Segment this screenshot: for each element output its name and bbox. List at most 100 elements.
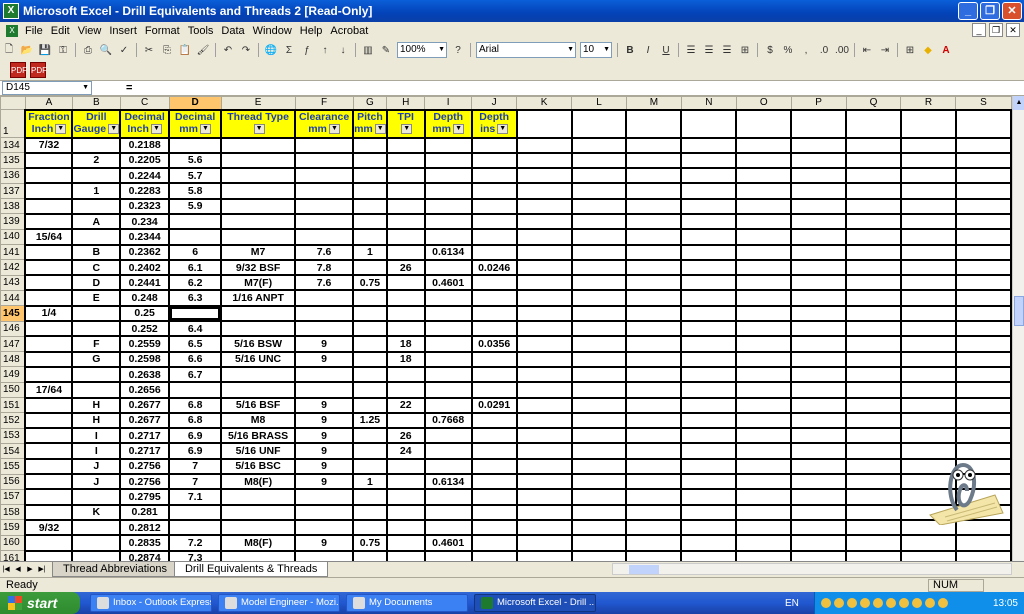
empty-cell[interactable] [625, 365, 683, 384]
empty-cell[interactable] [625, 350, 683, 368]
empty-cell[interactable] [515, 365, 573, 384]
cell[interactable] [220, 182, 297, 200]
empty-cell[interactable] [680, 350, 738, 368]
empty-cell[interactable] [790, 182, 848, 200]
empty-cell[interactable] [570, 534, 628, 552]
cell[interactable]: 0.234 [119, 212, 171, 231]
cell[interactable] [470, 304, 518, 323]
cell[interactable]: 9 [294, 350, 355, 368]
empty-cell[interactable] [790, 289, 848, 307]
empty-cell[interactable] [515, 473, 573, 491]
empty-cell[interactable] [790, 304, 848, 323]
cell[interactable]: 5.8 [168, 182, 223, 200]
empty-cell[interactable] [954, 396, 1012, 414]
autofilter-dropdown-icon[interactable]: ▼ [374, 123, 385, 134]
cell[interactable] [71, 365, 122, 384]
cell[interactable]: 7.2 [168, 534, 223, 552]
column-title-cell[interactable]: Depth ins ▼ [470, 108, 518, 139]
empty-cell[interactable] [845, 197, 902, 216]
pdf-convert-icon[interactable]: PDF [10, 62, 27, 78]
cell[interactable] [470, 289, 518, 307]
empty-cell[interactable] [899, 365, 957, 384]
autofilter-dropdown-icon[interactable]: ▼ [199, 123, 211, 134]
office-assistant-clippy[interactable] [925, 455, 1005, 525]
cell[interactable]: 7.1 [168, 488, 223, 506]
empty-cell[interactable] [625, 534, 683, 552]
next-sheet-icon[interactable]: ▶ [24, 564, 36, 576]
row-header[interactable]: 145 [0, 305, 26, 322]
empty-cell[interactable] [570, 503, 628, 521]
cell[interactable] [24, 243, 74, 261]
empty-cell[interactable] [625, 427, 683, 445]
empty-cell[interactable] [790, 396, 848, 414]
cell[interactable] [294, 365, 355, 384]
empty-cell[interactable] [515, 228, 573, 246]
cell[interactable]: 2 [71, 151, 122, 170]
sort-descending-icon[interactable]: ↓ [335, 42, 351, 58]
cell[interactable] [294, 488, 355, 506]
column-title-cell[interactable]: Decimal Inch ▼ [119, 108, 171, 139]
cell[interactable] [385, 411, 426, 430]
empty-cell[interactable] [845, 182, 902, 200]
row-header[interactable]: 150 [0, 381, 26, 399]
cell[interactable]: 6.3 [168, 289, 223, 307]
cell[interactable] [470, 488, 518, 506]
cell[interactable] [470, 518, 518, 537]
cell[interactable] [71, 304, 122, 323]
empty-cell[interactable] [735, 304, 793, 323]
cell[interactable]: 6.7 [168, 365, 223, 384]
cell[interactable] [423, 182, 473, 200]
empty-cell[interactable] [680, 488, 738, 506]
empty-cell[interactable] [625, 442, 683, 460]
cell[interactable]: 0.7668 [423, 411, 473, 430]
cell[interactable] [385, 274, 426, 292]
cell[interactable]: 6.2 [168, 274, 223, 292]
task-mozilla[interactable]: Model Engineer - Mozi... [218, 594, 340, 612]
cell[interactable] [470, 274, 518, 292]
empty-cell[interactable] [515, 488, 573, 506]
cell[interactable]: 18 [385, 335, 426, 353]
empty-cell[interactable] [954, 534, 1012, 552]
empty-cell[interactable] [790, 320, 848, 338]
row-header[interactable]: 140 [0, 228, 26, 246]
cell[interactable]: 6.5 [168, 335, 223, 353]
cell[interactable]: A [71, 212, 122, 231]
cell[interactable] [24, 258, 74, 277]
empty-cell[interactable] [625, 136, 683, 154]
cell[interactable] [24, 549, 74, 561]
task-outlook[interactable]: Inbox - Outlook Express [90, 594, 212, 612]
empty-cell[interactable] [735, 108, 793, 139]
cell[interactable] [385, 136, 426, 154]
cell[interactable] [423, 503, 473, 521]
cell[interactable] [423, 304, 473, 323]
empty-cell[interactable] [570, 228, 628, 246]
empty-cell[interactable] [515, 182, 573, 200]
cell[interactable] [24, 442, 74, 460]
empty-cell[interactable] [680, 243, 738, 261]
empty-cell[interactable] [790, 442, 848, 460]
cell[interactable]: 26 [385, 427, 426, 445]
row-header[interactable]: 147 [0, 335, 26, 353]
cell[interactable] [423, 549, 473, 561]
cell[interactable] [423, 151, 473, 170]
cell[interactable]: I [71, 442, 122, 460]
cell[interactable] [294, 381, 355, 399]
row-header[interactable]: 142 [0, 259, 26, 276]
cell[interactable] [352, 151, 388, 170]
cell[interactable] [71, 381, 122, 399]
column-header[interactable]: A [24, 96, 73, 110]
autofilter-dropdown-icon[interactable]: ▼ [453, 123, 465, 134]
decrease-indent-icon[interactable]: ⇤ [859, 42, 875, 58]
empty-cell[interactable] [954, 108, 1012, 139]
row-header[interactable]: 146 [0, 320, 26, 337]
row-header[interactable]: 143 [0, 274, 26, 291]
cell[interactable] [352, 427, 388, 445]
cell[interactable]: 1 [71, 182, 122, 200]
empty-cell[interactable] [790, 136, 848, 154]
cell[interactable] [352, 182, 388, 200]
cell[interactable]: F [71, 335, 122, 353]
tray-icon[interactable] [899, 598, 909, 608]
column-header[interactable]: R [900, 96, 957, 110]
cell[interactable]: 0.2795 [119, 488, 171, 506]
cell[interactable] [24, 534, 74, 552]
